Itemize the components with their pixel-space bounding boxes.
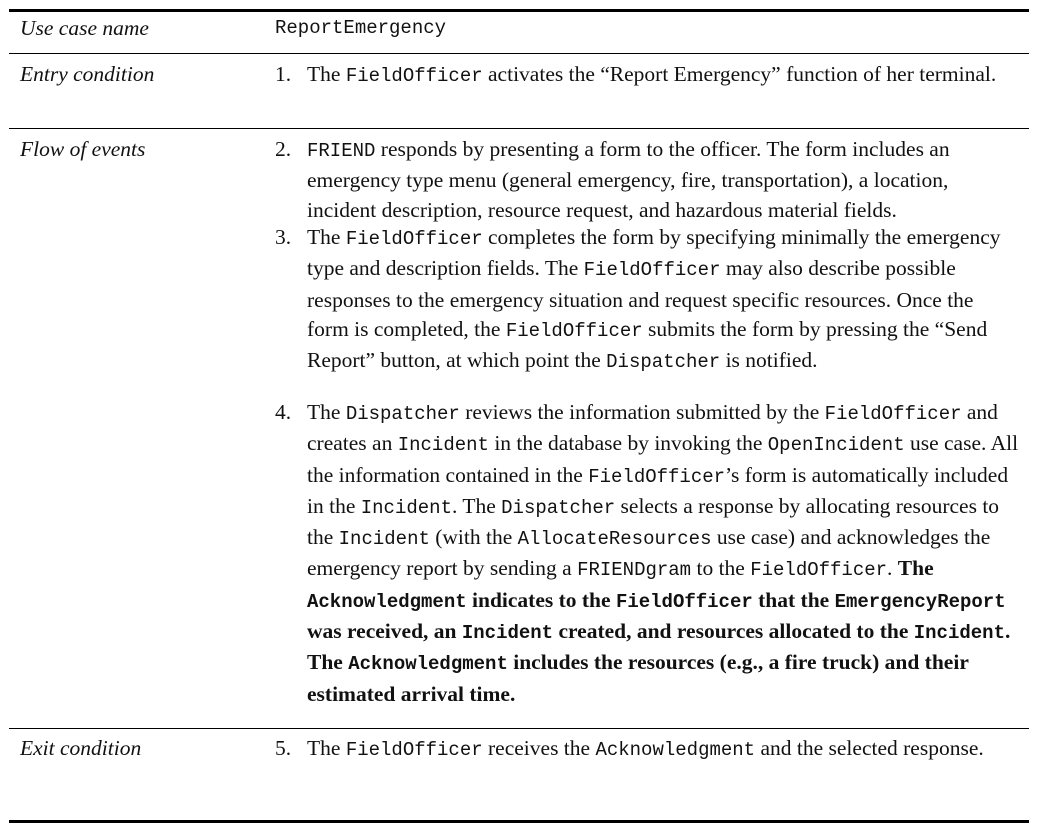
row-divider bbox=[9, 128, 1029, 129]
label-entry-condition: Entry condition bbox=[20, 62, 155, 86]
row-divider bbox=[9, 53, 1029, 54]
row-divider bbox=[9, 728, 1029, 729]
step-5-text: The FieldOfficer receives the Acknowledg… bbox=[307, 736, 984, 761]
step-number: 2. bbox=[275, 137, 292, 161]
label-exit-condition: Exit condition bbox=[20, 736, 142, 760]
label-flow-of-events: Flow of events bbox=[20, 137, 146, 161]
step-4-text: The Dispatcher reviews the information s… bbox=[307, 400, 1019, 706]
step-1: 1. The FieldOfficer activates the “Repor… bbox=[275, 60, 1020, 91]
bottom-rule bbox=[9, 820, 1029, 823]
top-rule bbox=[9, 9, 1029, 12]
step-number: 5. bbox=[275, 736, 292, 760]
step-1-text: The FieldOfficer activates the “Report E… bbox=[307, 62, 997, 87]
step-3-text: The FieldOfficer completes the form by s… bbox=[307, 225, 1001, 374]
step-2-text: FRIEND responds by presenting a form to … bbox=[307, 137, 950, 222]
use-case-document: { "rows": { "name": { "label": "Use case… bbox=[0, 0, 1038, 834]
step-4: 4. The Dispatcher reviews the informatio… bbox=[275, 398, 1020, 709]
use-case-name-value: ReportEmergency bbox=[275, 17, 447, 39]
step-number: 3. bbox=[275, 225, 292, 249]
step-number: 4. bbox=[275, 400, 292, 424]
step-3: 3. The FieldOfficer completes the form b… bbox=[275, 223, 1020, 377]
label-use-case-name: Use case name bbox=[20, 16, 149, 40]
step-5: 5. The FieldOfficer receives the Acknowl… bbox=[275, 734, 1020, 765]
step-number: 1. bbox=[275, 62, 292, 86]
step-2: 2. FRIEND responds by presenting a form … bbox=[275, 135, 1020, 225]
